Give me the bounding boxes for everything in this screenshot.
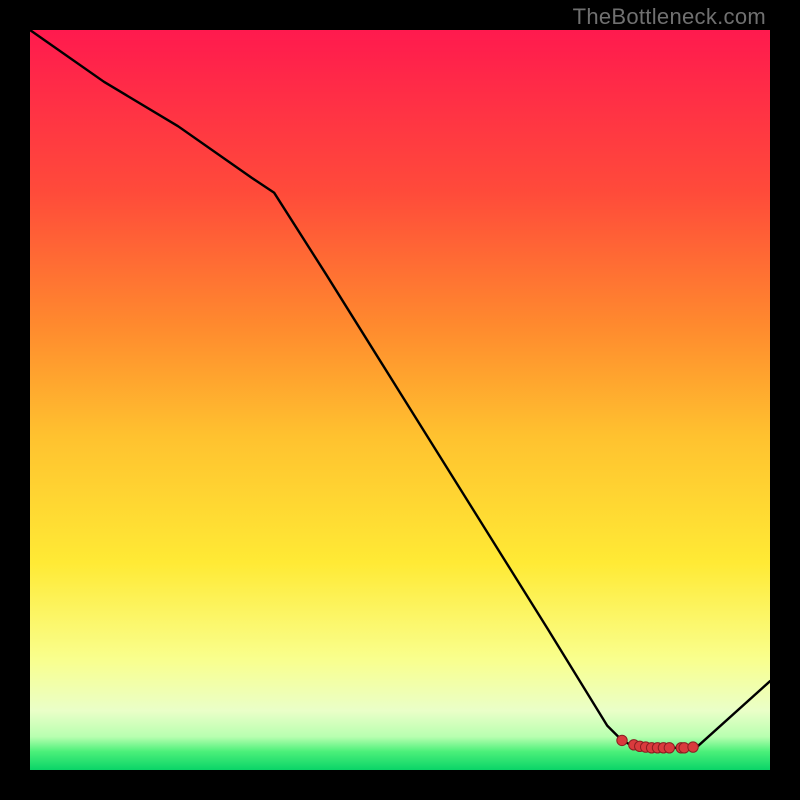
watermark-text: TheBottleneck.com bbox=[573, 4, 766, 30]
chart-frame: TheBottleneck.com bbox=[0, 0, 800, 800]
marker-point bbox=[664, 743, 674, 753]
gradient-background bbox=[30, 30, 770, 770]
marker-point bbox=[688, 742, 698, 752]
marker-point bbox=[617, 735, 627, 745]
chart-svg bbox=[30, 30, 770, 770]
plot-area bbox=[30, 30, 770, 770]
